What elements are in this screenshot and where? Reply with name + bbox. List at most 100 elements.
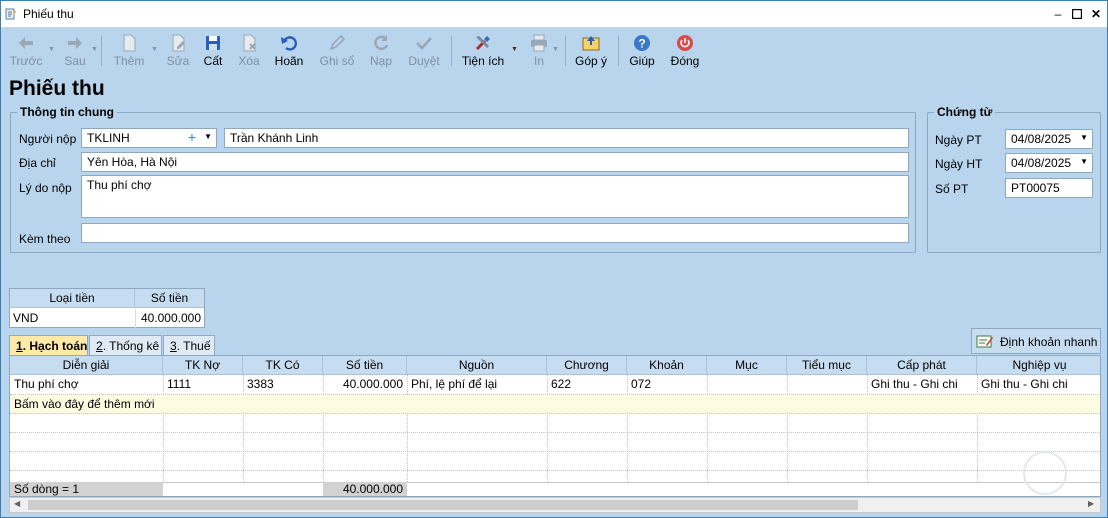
cell-chapter[interactable]: 622 (547, 375, 627, 394)
close-window-button[interactable]: ✕ (1088, 5, 1104, 23)
date-ht-picker[interactable]: 04/08/2025 ▼ (1005, 153, 1093, 173)
toolbar-undo-button[interactable]: Hoãn (271, 30, 307, 72)
page-title: Phiếu thu (9, 77, 105, 100)
toolbar-label: In (533, 54, 544, 68)
total-amount: 40.000.000 (323, 482, 407, 496)
toolbar-label: Tiện ích (461, 54, 505, 68)
watermark-seal (1023, 451, 1067, 495)
toolbar-feedback-button[interactable]: Góp ý (573, 30, 609, 72)
cell-description[interactable]: Thu phí chợ (10, 375, 163, 394)
new-row-hint[interactable]: Bấm vào đây để thêm mới (10, 395, 310, 414)
minimize-button[interactable]: – (1050, 5, 1066, 23)
toolbar-reload-button[interactable]: Nạp (363, 30, 399, 72)
tab-accounting[interactable]: 1. Hạch toán (9, 335, 88, 355)
toolbar-close-button[interactable]: Đóng (667, 30, 703, 72)
maximize-button[interactable] (1069, 5, 1085, 23)
attach-field[interactable] (81, 223, 909, 243)
address-value: Yên Hòa, Hà Nội (87, 155, 178, 169)
column-header[interactable]: Mục (707, 356, 787, 375)
tab-statistics[interactable]: 2. Thống kê (89, 335, 162, 355)
column-header[interactable]: Chương (547, 356, 627, 375)
column-header[interactable]: Cấp phát (867, 356, 977, 375)
toolbar-next-button[interactable]: Sau ▼ (56, 30, 98, 72)
horizontal-scrollbar[interactable]: ◀ ▶ (9, 497, 1101, 513)
cell-source[interactable]: Phí, lệ phí để lại (407, 375, 547, 394)
payer-code-value: TKLINH (87, 131, 130, 145)
cell-operation[interactable]: Ghi thu - Ghi chi (977, 375, 1100, 394)
cell-debit-account[interactable]: 1111 (163, 375, 243, 394)
toolbar-label: Thêm (113, 54, 145, 68)
column-header[interactable]: Số tiền (323, 356, 407, 375)
accounting-grid: Diễn giải TK Nợ TK Có Số tiền Nguồn Chươ… (9, 355, 1101, 497)
column-header[interactable]: Nguồn (407, 356, 547, 375)
voucher-number-field[interactable]: PT00075 (1005, 178, 1093, 198)
quick-entry-button[interactable]: Định khoản nhanh (971, 328, 1101, 354)
tab-number: 1 (16, 339, 23, 353)
scroll-left-icon[interactable]: ◀ (14, 499, 20, 508)
chevron-down-icon[interactable]: ▼ (48, 46, 55, 53)
cell-item[interactable]: 072 (627, 375, 707, 394)
toolbar-separator (451, 36, 452, 66)
toolbar-delete-button[interactable]: Xóa (233, 30, 265, 72)
reason-value: Thu phí chợ (87, 178, 152, 192)
power-icon (677, 35, 693, 51)
column-header[interactable]: Nghiệp vụ (977, 356, 1100, 375)
currency-amount-cell[interactable]: 40.000.000 (135, 309, 204, 328)
column-header[interactable]: Diễn giải (10, 356, 163, 375)
cell-subsection[interactable] (787, 375, 867, 394)
window-title: Phiếu thu (23, 7, 74, 21)
chevron-down-icon[interactable]: ▼ (204, 132, 212, 141)
reason-textarea[interactable]: Thu phí chợ (81, 175, 909, 218)
column-header[interactable]: TK Nợ (163, 356, 243, 375)
cell-section[interactable] (707, 375, 787, 394)
toolbar-label: Xóa (238, 54, 260, 68)
toolbar-prev-button[interactable]: Trước ▼ (7, 30, 55, 72)
add-icon[interactable]: + (188, 129, 196, 145)
toolbar-separator (101, 36, 102, 66)
toolbar-help-button[interactable]: ? Giúp (625, 30, 659, 72)
edit-document-icon (172, 34, 185, 52)
scroll-right-icon[interactable]: ▶ (1088, 499, 1094, 508)
column-header[interactable]: TK Có (243, 356, 323, 375)
toolbar-separator (565, 36, 566, 66)
chevron-down-icon[interactable]: ▼ (91, 46, 98, 53)
toolbar-approve-button[interactable]: Duyệt (404, 30, 444, 72)
toolbar-save-button[interactable]: Cất (197, 30, 229, 72)
payer-name-field[interactable]: Trần Khánh Linh (224, 128, 909, 148)
refresh-icon (374, 35, 389, 51)
column-header[interactable]: Tiểu mục (787, 356, 867, 375)
toolbar-utilities-button[interactable]: Tiện ích ▼ (459, 30, 518, 72)
payer-code-combobox[interactable]: TKLINH + ▼ (81, 128, 217, 148)
row-count: Số dòng = 1 (10, 482, 163, 496)
toolbar-post-button[interactable]: Ghi sổ (316, 30, 358, 72)
cell-credit-account[interactable]: 3383 (243, 375, 323, 394)
date-pt-picker[interactable]: 04/08/2025 ▼ (1005, 129, 1093, 149)
cell-amount[interactable]: 40.000.000 (323, 375, 407, 394)
address-field[interactable]: Yên Hòa, Hà Nội (81, 152, 909, 172)
tab-tax[interactable]: 3. Thuế (163, 335, 215, 355)
delete-document-icon (243, 34, 256, 52)
toolbar-edit-button[interactable]: Sửa (161, 30, 195, 72)
voucher-number-value: PT00075 (1011, 181, 1060, 195)
printer-icon (531, 34, 547, 52)
scrollbar-thumb[interactable] (28, 500, 858, 510)
chevron-down-icon[interactable]: ▼ (1080, 157, 1088, 166)
toolbar-label: Sửa (166, 54, 190, 68)
currency-type-cell[interactable]: VND (10, 309, 128, 328)
toolbar-add-button[interactable]: Thêm ▼ (109, 30, 158, 72)
chevron-down-icon[interactable]: ▼ (151, 46, 158, 53)
toolbar-print-button[interactable]: In ▼ (525, 30, 559, 72)
toolbar-label: Cất (203, 54, 223, 68)
pencil-icon (329, 34, 346, 51)
new-document-icon (123, 34, 136, 52)
toolbar-label: Đóng (670, 54, 700, 68)
toolbar: Trước ▼ Sau ▼ Thêm ▼ Sửa Cất Xóa Hoãn Gh… (1, 28, 1107, 74)
cell-allocation[interactable]: Ghi thu - Ghi chi (867, 375, 977, 394)
chevron-down-icon[interactable]: ▼ (552, 46, 559, 53)
app-icon (5, 8, 16, 20)
date-pt-value: 04/08/2025 (1011, 132, 1072, 146)
arrow-left-icon (19, 37, 33, 49)
column-header[interactable]: Khoản (627, 356, 707, 375)
chevron-down-icon[interactable]: ▼ (511, 46, 518, 53)
chevron-down-icon[interactable]: ▼ (1080, 133, 1088, 142)
